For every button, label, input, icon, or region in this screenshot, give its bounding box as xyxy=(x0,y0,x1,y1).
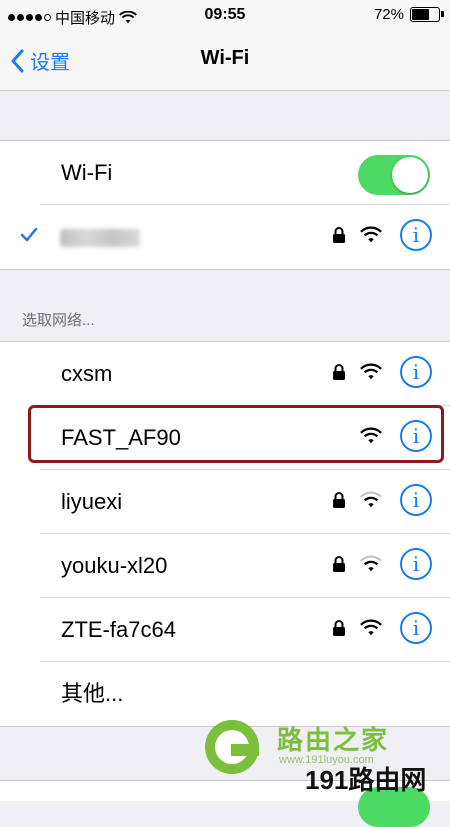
other-network-row[interactable]: 其他... xyxy=(0,662,450,726)
network-name: youku-xl20 xyxy=(61,553,168,578)
lock-icon xyxy=(333,364,345,380)
section-header: 选取网络... xyxy=(22,312,95,329)
network-row[interactable]: liyuexi i xyxy=(0,470,450,534)
lock-icon xyxy=(333,492,345,508)
wifi-signal-icon xyxy=(360,226,382,243)
network-name: liyuexi xyxy=(61,489,123,514)
network-list: cxsm i FAST_AF90 i liyuexi i youku-xl20 … xyxy=(0,341,450,727)
network-row[interactable]: ZTE-fa7c64 i xyxy=(0,598,450,662)
network-name: ZTE-fa7c64 xyxy=(61,617,176,642)
status-right: 72% xyxy=(373,6,444,23)
network-icons: i xyxy=(332,356,432,388)
highlight-annotation xyxy=(28,405,444,463)
status-bar: 中国移动 09:55 72% xyxy=(0,0,450,32)
wifi-signal-weak-icon xyxy=(360,491,382,508)
network-icons: i xyxy=(332,612,432,644)
wifi-signal-icon xyxy=(360,619,382,636)
wifi-settings-group: Wi-Fi i xyxy=(0,140,450,270)
connected-network-name-obscured xyxy=(60,229,140,247)
info-icon[interactable]: i xyxy=(400,484,432,516)
page-title: Wi-Fi xyxy=(200,47,250,69)
info-icon[interactable]: i xyxy=(400,219,432,251)
lock-icon xyxy=(333,227,345,243)
other-network-label: 其他... xyxy=(61,681,124,706)
network-row[interactable]: cxsm i xyxy=(0,342,450,406)
network-icons: i xyxy=(332,219,432,251)
wifi-toggle-label: Wi-Fi xyxy=(61,160,113,185)
info-icon[interactable]: i xyxy=(400,356,432,388)
lock-icon xyxy=(333,620,345,636)
info-icon[interactable]: i xyxy=(400,548,432,580)
network-icons: i xyxy=(332,484,432,516)
lock-icon xyxy=(333,556,345,572)
network-name: cxsm xyxy=(61,361,113,386)
network-row[interactable]: youku-xl20 i xyxy=(0,534,450,598)
wifi-toggle-switch[interactable] xyxy=(358,155,430,195)
battery-icon xyxy=(410,7,444,22)
watermark: 路由之家 www.191luyou.com 191路由网 xyxy=(205,720,450,800)
battery-percent: 72% xyxy=(373,6,404,23)
wifi-signal-weak-icon xyxy=(360,555,382,572)
wifi-toggle-row: Wi-Fi xyxy=(0,141,450,205)
navigation-bar: 设置 Wi-Fi xyxy=(0,32,450,91)
wifi-signal-icon xyxy=(360,363,382,380)
watermark-brand: 191路由网 xyxy=(305,765,427,795)
network-icons: i xyxy=(332,548,432,580)
watermark-name: 路由之家 xyxy=(277,725,390,755)
info-icon[interactable]: i xyxy=(400,612,432,644)
connected-network-row[interactable]: i xyxy=(0,205,450,269)
checkmark-icon xyxy=(20,227,38,242)
watermark-logo-icon xyxy=(205,720,259,774)
